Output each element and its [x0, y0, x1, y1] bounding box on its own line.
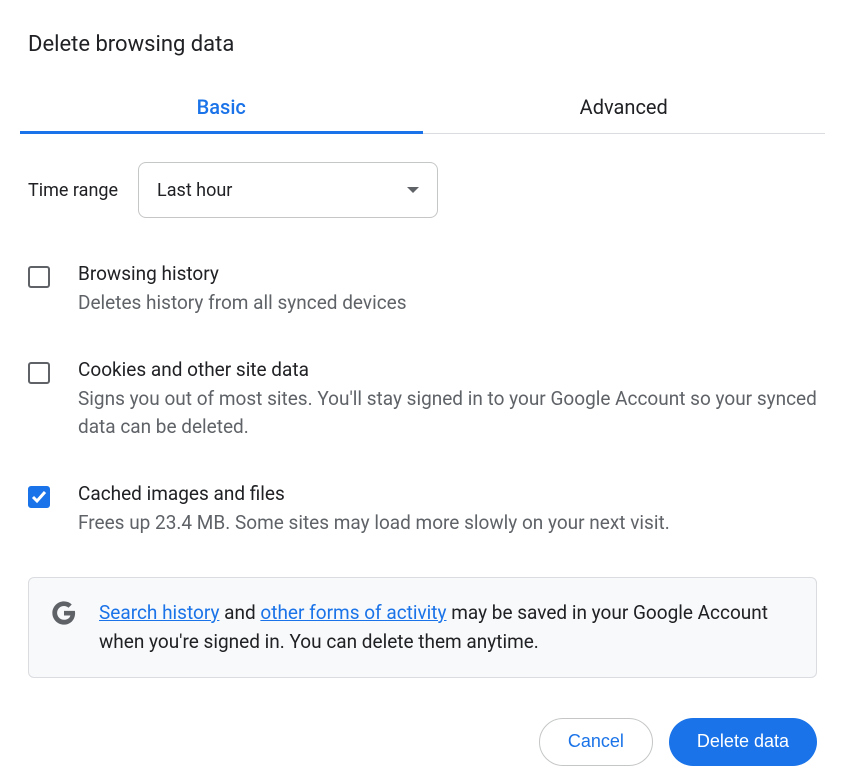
- time-range-row: Time range Last hour: [28, 162, 825, 218]
- option-browsing-history: Browsing history Deletes history from al…: [28, 262, 817, 318]
- delete-data-button[interactable]: Delete data: [669, 718, 817, 766]
- google-icon: [51, 600, 77, 626]
- cancel-button[interactable]: Cancel: [539, 718, 653, 766]
- link-other-activity[interactable]: other forms of activity: [260, 601, 446, 624]
- info-text-mid: and: [219, 601, 260, 624]
- dialog-title: Delete browsing data: [28, 32, 825, 57]
- tabs-bar: Basic Advanced: [20, 81, 825, 134]
- chevron-down-icon: [407, 187, 419, 193]
- time-range-label: Time range: [28, 180, 118, 201]
- link-search-history[interactable]: Search history: [99, 601, 219, 624]
- option-title: Browsing history: [78, 262, 817, 285]
- button-row: Cancel Delete data: [20, 718, 817, 766]
- option-cached: Cached images and files Frees up 23.4 MB…: [28, 482, 817, 538]
- tab-basic[interactable]: Basic: [20, 81, 423, 133]
- option-desc: Signs you out of most sites. You'll stay…: [78, 385, 817, 442]
- info-panel: Search history and other forms of activi…: [28, 577, 817, 678]
- tab-advanced[interactable]: Advanced: [423, 81, 826, 133]
- option-cookies: Cookies and other site data Signs you ou…: [28, 358, 817, 442]
- info-text: Search history and other forms of activi…: [99, 598, 794, 657]
- checkbox-cookies[interactable]: [28, 362, 50, 384]
- option-desc: Deletes history from all synced devices: [78, 289, 817, 318]
- option-title: Cached images and files: [78, 482, 817, 505]
- time-range-value: Last hour: [157, 180, 232, 201]
- time-range-select[interactable]: Last hour: [138, 162, 438, 218]
- option-desc: Frees up 23.4 MB. Some sites may load mo…: [78, 509, 817, 538]
- option-title: Cookies and other site data: [78, 358, 817, 381]
- checkbox-cached[interactable]: [28, 486, 50, 508]
- checkbox-browsing-history[interactable]: [28, 266, 50, 288]
